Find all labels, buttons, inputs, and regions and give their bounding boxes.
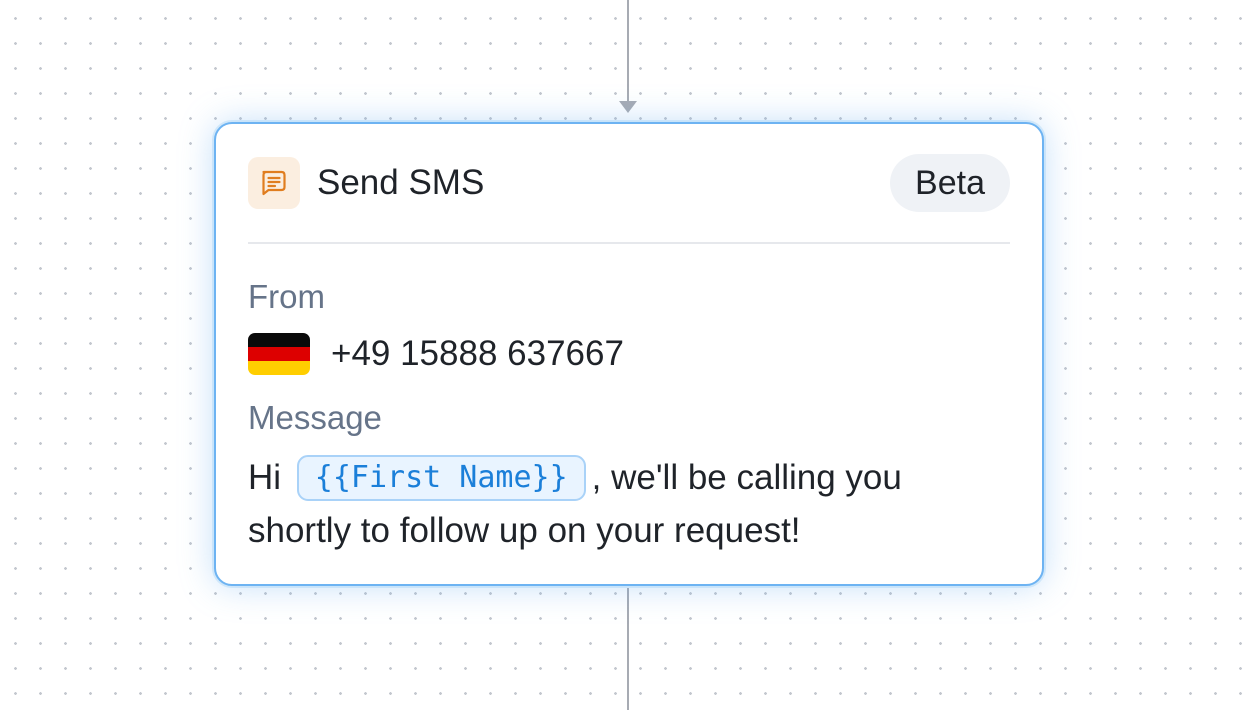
node-header: Send SMS Beta bbox=[248, 124, 1010, 244]
connector-arrow-icon bbox=[619, 101, 637, 113]
message-label: Message bbox=[248, 399, 382, 436]
message-icon bbox=[248, 157, 300, 209]
send-sms-node[interactable]: Send SMS Beta From +49 15888 637667 Mess… bbox=[214, 122, 1044, 586]
phone-number: +49 15888 637667 bbox=[331, 334, 624, 373]
first-name-variable-token[interactable]: {{First Name}} bbox=[296, 455, 586, 501]
outgoing-connector-line bbox=[627, 588, 629, 710]
incoming-connector-line bbox=[627, 0, 629, 103]
from-phone-row: +49 15888 637667 bbox=[248, 333, 1010, 375]
from-label: From bbox=[248, 278, 325, 315]
node-title: Send SMS bbox=[317, 163, 485, 202]
germany-flag-icon bbox=[248, 333, 310, 375]
message-text-before-token: Hi bbox=[248, 458, 282, 497]
message-body: Hi {{First Name}}, we'll be calling you … bbox=[248, 451, 988, 557]
beta-badge: Beta bbox=[890, 154, 1010, 212]
